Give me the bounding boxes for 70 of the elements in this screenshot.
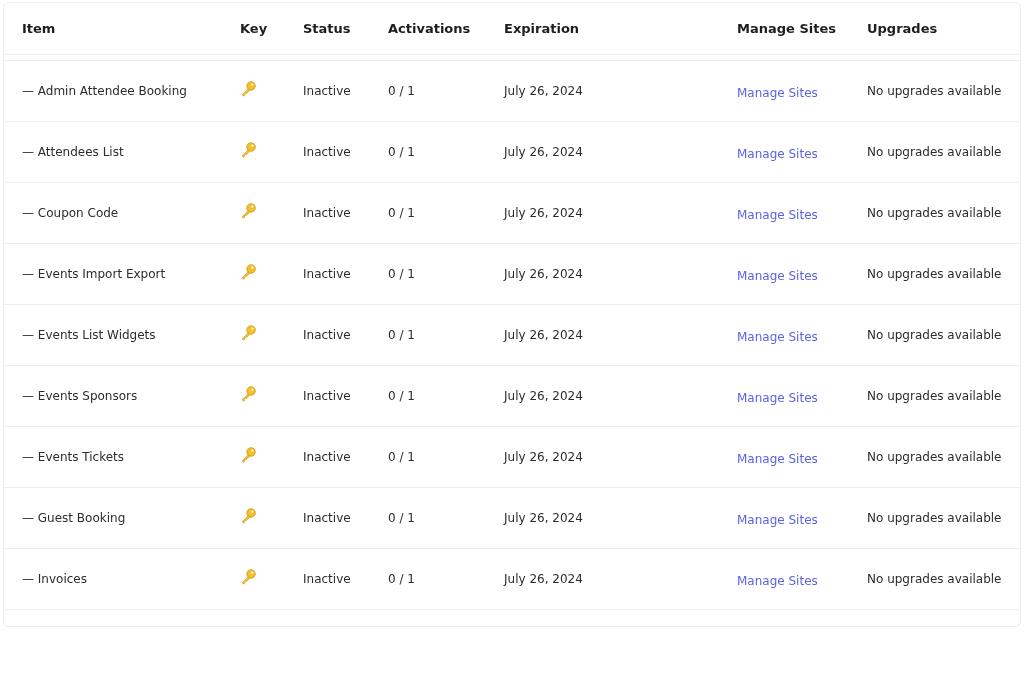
activations-count: 0 / 1 (388, 511, 416, 525)
manage-sites-link[interactable]: Manage Sites (737, 268, 818, 283)
status-text: Inactive (303, 450, 352, 464)
column-header: Status (303, 21, 352, 36)
expiration-date: July 26, 2024 (504, 145, 584, 159)
item-name: — Invoices (22, 572, 88, 586)
manage-sites-link[interactable]: Manage Sites (737, 390, 818, 405)
upgrades-text: No upgrades available (867, 84, 1003, 98)
key-icon (240, 506, 257, 524)
status-text: Inactive (303, 389, 352, 403)
manage-sites-link[interactable]: Manage Sites (737, 573, 818, 588)
key-icon (240, 262, 257, 280)
expiration-date: July 26, 2024 (504, 206, 584, 220)
upgrades-text: No upgrades available (867, 389, 1003, 403)
item-name: — Events Import Export (22, 267, 167, 281)
column-header: Upgrades (867, 21, 939, 36)
column-header: Activations (388, 21, 472, 36)
upgrades-text: No upgrades available (867, 145, 1003, 159)
key-icon (240, 567, 257, 585)
item-name: — Coupon Code (22, 206, 120, 220)
item-name: — Guest Booking (22, 511, 127, 525)
upgrades-text: No upgrades available (867, 511, 1003, 525)
activations-count: 0 / 1 (388, 84, 416, 98)
column-header: Manage Sites (737, 21, 837, 36)
activations-count: 0 / 1 (388, 328, 416, 342)
expiration-date: July 26, 2024 (504, 389, 584, 403)
expiration-date: July 26, 2024 (504, 572, 584, 586)
key-icon (240, 445, 257, 463)
manage-sites-link[interactable]: Manage Sites (737, 451, 818, 466)
column-header: Key (240, 21, 269, 36)
key-icon (240, 384, 257, 402)
upgrades-text: No upgrades available (867, 267, 1003, 281)
upgrades-text: No upgrades available (867, 572, 1003, 586)
status-text: Inactive (303, 267, 352, 281)
column-header: Expiration (504, 21, 581, 36)
manage-sites-link[interactable]: Manage Sites (737, 146, 818, 161)
expiration-date: July 26, 2024 (504, 84, 584, 98)
activations-count: 0 / 1 (388, 450, 416, 464)
key-icon (240, 140, 257, 158)
expiration-date: July 26, 2024 (504, 328, 584, 342)
upgrades-text: No upgrades available (867, 328, 1003, 342)
activations-count: 0 / 1 (388, 267, 416, 281)
status-text: Inactive (303, 572, 352, 586)
status-text: Inactive (303, 145, 352, 159)
status-text: Inactive (303, 206, 352, 220)
activations-count: 0 / 1 (388, 389, 416, 403)
key-icon (240, 79, 257, 97)
item-name: — Events Tickets (22, 450, 125, 464)
column-header: Item (22, 21, 57, 36)
activations-count: 0 / 1 (388, 572, 416, 586)
manage-sites-link[interactable]: Manage Sites (737, 85, 818, 100)
manage-sites-link[interactable]: Manage Sites (737, 329, 818, 344)
activations-count: 0 / 1 (388, 206, 416, 220)
manage-sites-link[interactable]: Manage Sites (737, 512, 818, 527)
upgrades-text: No upgrades available (867, 206, 1003, 220)
activations-count: 0 / 1 (388, 145, 416, 159)
expiration-date: July 26, 2024 (504, 511, 584, 525)
item-name: — Events List Widgets (22, 328, 157, 342)
expiration-date: July 26, 2024 (504, 267, 584, 281)
expiration-date: July 26, 2024 (504, 450, 584, 464)
key-icon (240, 201, 257, 219)
item-name: — Events Sponsors (22, 389, 139, 403)
status-text: Inactive (303, 84, 352, 98)
key-icon (240, 323, 257, 341)
manage-sites-link[interactable]: Manage Sites (737, 207, 818, 222)
status-text: Inactive (303, 328, 352, 342)
upgrades-text: No upgrades available (867, 450, 1003, 464)
item-name: — Attendees List (22, 145, 125, 159)
item-name: — Admin Attendee Booking (22, 84, 188, 98)
status-text: Inactive (303, 511, 352, 525)
